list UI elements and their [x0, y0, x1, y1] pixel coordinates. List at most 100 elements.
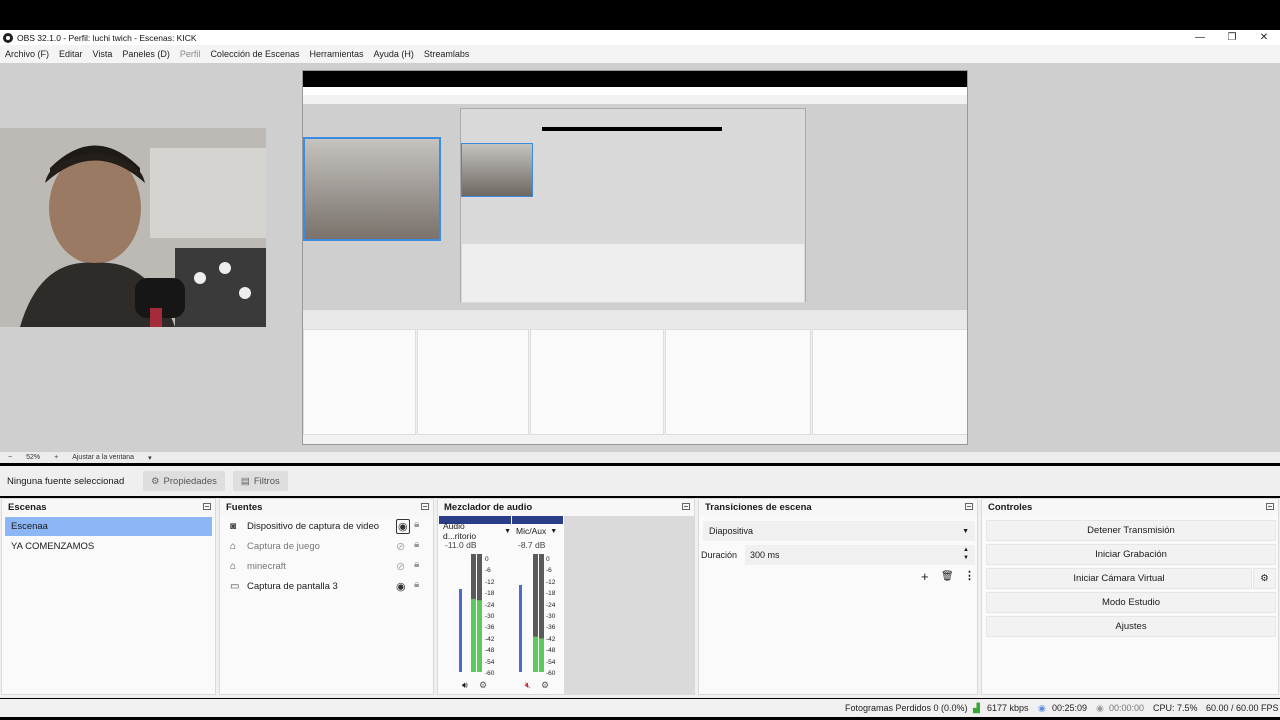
stream-icon: ◉: [1038, 703, 1046, 713]
undock-icon[interactable]: [965, 503, 973, 510]
source-item[interactable]: ⌂ Captura de juego ⊘ 🔒︎: [220, 536, 433, 556]
volume-fader[interactable]: [459, 589, 462, 672]
menu-vista[interactable]: Vista: [93, 49, 113, 59]
record-icon: ◉: [1096, 703, 1104, 713]
speaker-muted-icon[interactable]: 🔇︎: [525, 680, 531, 691]
mixer-channel-desktop: Audio d...ritorio ▼ -11.0 dB 0 -6 -12 -18 -24…: [439, 516, 511, 694]
more-icon[interactable]: ⋮: [964, 569, 975, 582]
gear-icon: ⚙: [151, 475, 160, 487]
menu-streamlabs[interactable]: Streamlabs: [424, 49, 470, 59]
filters-button[interactable]: ▤ Filtros: [232, 471, 288, 491]
studio-mode-button[interactable]: Modo Estudio: [986, 592, 1276, 613]
title-bar: OBS 32.1.0 - Perfil: luchi twich - Escen…: [0, 30, 1280, 45]
mixer-title: Mezclador de audio: [444, 502, 533, 513]
monitor-icon: ▭: [230, 580, 240, 592]
menu-perfil[interactable]: Perfil: [180, 49, 201, 59]
settings-icon[interactable]: ⚙: [479, 680, 487, 691]
menu-archivo[interactable]: Archivo (F): [5, 49, 49, 59]
source-item[interactable]: ▭ Captura de pantalla 3 ◉ 🔒︎: [220, 576, 433, 596]
stream-time: 00:25:09: [1052, 703, 1088, 713]
properties-button[interactable]: ⚙ Propiedades: [143, 471, 225, 491]
scale-tick: -30: [485, 613, 495, 621]
zoom-out-button[interactable]: −: [8, 454, 12, 461]
trash-icon[interactable]: 🗑︎: [941, 571, 954, 582]
lock-icon[interactable]: 🔒︎: [414, 519, 419, 530]
stop-streaming-button[interactable]: Detener Transmisión: [986, 520, 1276, 541]
scale-tick: -6: [546, 567, 552, 575]
controls-dock: Controles Detener Transmisión Iniciar Gr…: [981, 498, 1279, 695]
transitions-title: Transiciones de escena: [705, 502, 812, 513]
nested-screen-capture: [302, 70, 968, 445]
scale-tick: 0: [485, 556, 489, 563]
webcam-feed[interactable]: [0, 128, 266, 327]
add-transition-button[interactable]: +: [921, 569, 929, 584]
lock-icon[interactable]: 🔒︎: [414, 539, 419, 550]
mixer-dock: Mezclador de audio Audio d...ritorio ▼ -1…: [437, 498, 695, 695]
window-title: OBS 32.1.0 - Perfil: luchi twich - Escen…: [17, 32, 197, 43]
chevron-down-icon[interactable]: ▼: [550, 528, 557, 535]
level-meter: [471, 554, 476, 672]
undock-icon[interactable]: [203, 503, 211, 510]
scale-tick: -12: [546, 578, 556, 586]
undock-icon[interactable]: [682, 503, 690, 510]
zoom-bar: − 52% + Ajustar a la ventana ▾: [0, 452, 1280, 463]
zoom-in-button[interactable]: +: [54, 454, 58, 461]
transitions-dock: Transiciones de escena Diapositiva ▼ Dur…: [698, 498, 978, 695]
virtual-camera-button[interactable]: Iniciar Cámara Virtual: [986, 568, 1252, 589]
signal-icon: ▟: [973, 703, 980, 713]
channel-name: Mic/Aux: [516, 526, 547, 536]
db-scale: 0 -6 -12 -18 -24 -30 -36 -42 -48 -54 -60: [546, 554, 555, 679]
scale-tick: -24: [546, 601, 556, 609]
settings-icon[interactable]: ⚙: [541, 680, 549, 691]
transition-select[interactable]: Diapositiva ▼: [703, 521, 975, 541]
source-toolbar: Ninguna fuente seleccionad ⚙ Propiedades …: [0, 466, 1280, 496]
volume-fader[interactable]: [519, 584, 522, 672]
menu-ayuda[interactable]: Ayuda (H): [374, 49, 414, 59]
eye-icon[interactable]: ◉: [396, 519, 410, 534]
menu-coleccion-escenas[interactable]: Colección de Escenas: [210, 49, 299, 59]
menu-bar: Archivo (F) Editar Vista Paneles (D) Per…: [0, 45, 1280, 63]
fit-to-window[interactable]: Ajustar a la ventana: [72, 454, 134, 461]
scale-tick: -18: [546, 590, 556, 598]
scene-item[interactable]: YA COMENZAMOS: [5, 537, 212, 556]
scene-item[interactable]: Escenaa: [5, 517, 212, 536]
lock-icon[interactable]: 🔒︎: [414, 559, 419, 570]
scale-tick: -24: [485, 601, 495, 609]
menu-herramientas[interactable]: Herramientas: [310, 49, 364, 59]
minimize-button[interactable]: —: [1184, 32, 1216, 43]
undock-icon[interactable]: [1266, 503, 1274, 510]
eye-icon[interactable]: ◉: [396, 580, 406, 593]
settings-button[interactable]: Ajustes: [986, 616, 1276, 637]
gear-icon: ⚙: [1260, 573, 1269, 584]
chevron-down-icon[interactable]: ▾: [148, 454, 152, 462]
duration-input[interactable]: 300 ms ▲ ▼: [745, 545, 975, 565]
start-recording-button[interactable]: Iniciar Grabación: [986, 544, 1276, 565]
level-meter: [539, 554, 544, 672]
chevron-down-icon: ▼: [962, 527, 969, 535]
virtual-camera-settings-button[interactable]: ⚙: [1253, 568, 1276, 589]
sources-title: Fuentes: [226, 502, 263, 513]
lock-icon[interactable]: 🔒︎: [414, 579, 419, 590]
channel-name: Audio d...ritorio: [443, 521, 477, 541]
gamepad-icon: ⌂: [230, 540, 237, 552]
scale-tick: -30: [546, 613, 556, 621]
chevron-down-icon[interactable]: ▼: [504, 528, 511, 535]
source-item[interactable]: ⌂ minecraft ⊘ 🔒︎: [220, 556, 433, 576]
undock-icon[interactable]: [421, 503, 429, 510]
scale-tick: -48: [485, 647, 495, 655]
scenes-dock: Escenas Escenaa YA COMENZAMOS: [1, 498, 216, 695]
mixer-channel-mic: Mic/Aux ▼ -8.7 dB 0 -6 -12 -18 -24 -30 -36 -42 -4…: [512, 516, 563, 694]
speaker-icon[interactable]: 🔊︎: [462, 680, 468, 691]
spinner-arrows-icon[interactable]: ▲ ▼: [963, 546, 969, 562]
eye-slash-icon[interactable]: ⊘: [396, 540, 405, 553]
filter-icon: ▤: [240, 475, 250, 487]
scale-tick: -12: [485, 578, 495, 586]
close-button[interactable]: ✕: [1248, 32, 1280, 43]
source-item[interactable]: ◙ Dispositivo de captura de video ◉ 🔒︎: [220, 516, 433, 536]
record-time: 00:00:00: [1109, 703, 1145, 713]
menu-editar[interactable]: Editar: [59, 49, 83, 59]
status-bar: Fotogramas Perdidos 0 (0.0%) ▟ 6177 kbps…: [0, 699, 1280, 717]
menu-paneles[interactable]: Paneles (D): [122, 49, 170, 59]
maximize-button[interactable]: ❐: [1216, 32, 1248, 43]
eye-slash-icon[interactable]: ⊘: [396, 560, 405, 573]
